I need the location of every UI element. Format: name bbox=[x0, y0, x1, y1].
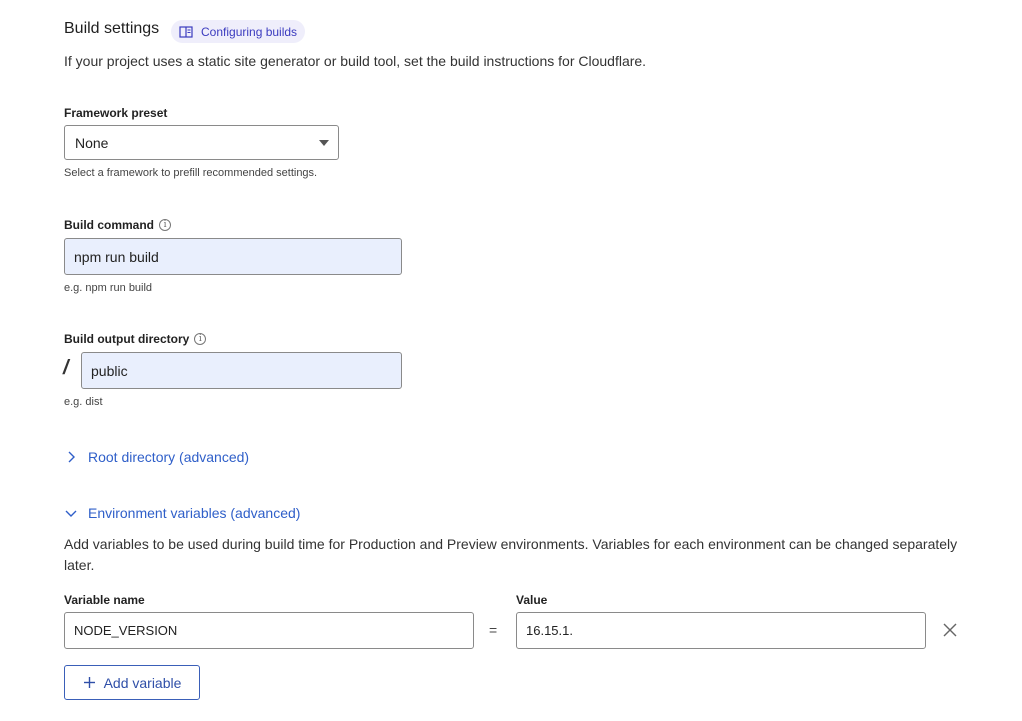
build-output-label-text: Build output directory bbox=[64, 332, 190, 346]
build-command-input[interactable]: npm run build bbox=[64, 238, 402, 275]
build-output-hint: e.g. dist bbox=[64, 396, 103, 408]
add-variable-button[interactable]: Add variable bbox=[64, 665, 200, 700]
value-header-text: Value bbox=[516, 593, 548, 607]
path-prefix: / bbox=[63, 357, 69, 379]
variable-value-input[interactable]: 16.15.1. bbox=[516, 612, 926, 649]
root-directory-label: Root directory (advanced) bbox=[88, 449, 250, 465]
equals-sign: = bbox=[489, 622, 498, 638]
section-description: If your project uses a static site gener… bbox=[64, 53, 647, 69]
variable-name-header: Variable name bbox=[64, 593, 145, 607]
section-title: Build settings bbox=[64, 20, 160, 37]
chevron-right-icon bbox=[68, 451, 75, 463]
build-command-hint: e.g. npm run build bbox=[64, 282, 153, 294]
configuring-builds-label: Configuring builds bbox=[201, 24, 298, 39]
close-icon[interactable] bbox=[940, 620, 960, 640]
info-icon[interactable]: i bbox=[194, 333, 207, 345]
variable-name-header-text: Variable name bbox=[64, 593, 145, 607]
framework-preset-hint: Select a framework to prefill recommende… bbox=[64, 167, 318, 179]
plus-icon bbox=[83, 677, 95, 688]
variable-name-value: NODE_VERSION bbox=[74, 623, 178, 638]
variable-name-input[interactable]: NODE_VERSION bbox=[64, 612, 474, 649]
info-icon[interactable]: i bbox=[159, 219, 172, 231]
value-header: Value bbox=[516, 593, 547, 607]
root-directory-toggle[interactable]: Root directory (advanced) bbox=[64, 449, 249, 465]
add-variable-label: Add variable bbox=[103, 674, 182, 691]
framework-preset-label: Framework preset bbox=[64, 106, 167, 120]
configuring-builds-link[interactable]: Configuring builds bbox=[171, 20, 306, 43]
build-output-input[interactable]: public bbox=[81, 352, 402, 389]
caret-down-icon bbox=[319, 140, 329, 146]
env-vars-label: Environment variables (advanced) bbox=[88, 505, 301, 521]
framework-preset-value: None bbox=[75, 134, 109, 151]
framework-preset-label-text: Framework preset bbox=[64, 106, 168, 120]
build-command-value: npm run build bbox=[74, 248, 159, 265]
book-icon bbox=[179, 25, 193, 38]
env-vars-description: Add variables to be used during build ti… bbox=[64, 536, 958, 573]
build-output-label: Build output directory i bbox=[64, 332, 207, 346]
env-vars-toggle[interactable]: Environment variables (advanced) bbox=[64, 505, 300, 521]
variable-value-value: 16.15.1. bbox=[526, 623, 573, 638]
build-command-label: Build command i bbox=[64, 218, 172, 232]
chevron-down-icon bbox=[65, 510, 77, 517]
build-command-label-text: Build command bbox=[64, 218, 155, 232]
build-output-value: public bbox=[91, 362, 128, 379]
framework-preset-select[interactable]: None bbox=[64, 125, 339, 160]
